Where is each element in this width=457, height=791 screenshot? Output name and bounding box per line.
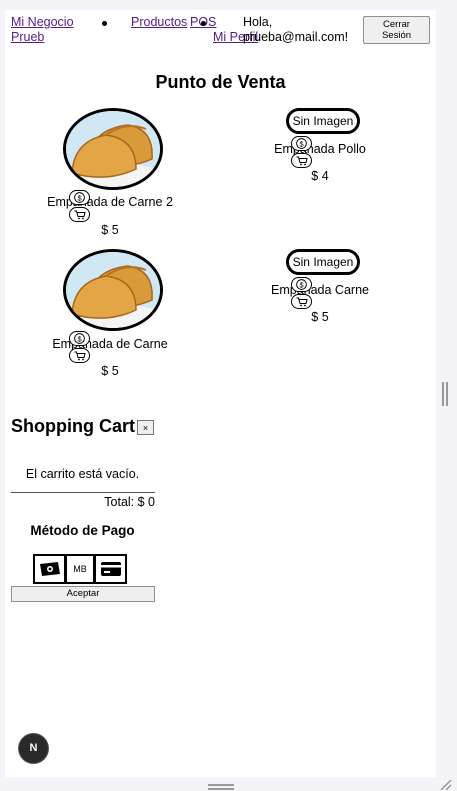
logout-button[interactable]: Cerrar Sesión (363, 16, 430, 44)
product-image (63, 108, 163, 190)
product-name: Empanada de Carne 2 (47, 195, 173, 209)
cart-icon (296, 297, 308, 306)
resize-handle[interactable] (442, 382, 448, 406)
add-to-cart-button[interactable] (291, 153, 312, 168)
product-price: $ 5 (101, 364, 119, 378)
image-placeholder: Sin Imagen (286, 249, 360, 275)
price-button[interactable]: $ (291, 277, 312, 292)
product-name: Empanada Carne (271, 283, 369, 297)
user-email: prueba@mail.com! (243, 30, 349, 44)
product-card: Sin Imagen Empanada Pollo $ $ 4 (215, 108, 425, 188)
add-to-cart-button[interactable] (291, 294, 312, 309)
add-to-cart-button[interactable] (69, 207, 90, 222)
image-placeholder: Sin Imagen (286, 108, 360, 134)
cart-icon (74, 210, 86, 219)
svg-text:$: $ (299, 139, 303, 148)
product-price: $ 5 (311, 310, 329, 324)
pay-card-button[interactable] (94, 554, 127, 584)
svg-text:$: $ (299, 280, 303, 289)
resize-corner-icon[interactable] (438, 780, 452, 790)
bullet-icon (201, 21, 206, 26)
add-to-cart-button[interactable] (69, 348, 90, 363)
product-name: Empanada de Carne (52, 337, 168, 351)
credit-card-icon (100, 562, 121, 576)
brand-link[interactable]: Mi Negocio Prueb (11, 15, 101, 45)
empanada-photo (66, 111, 160, 187)
price-button[interactable]: $ (69, 190, 90, 205)
page: Mi Negocio Prueb Productos POS Mi Perfil… (5, 10, 436, 777)
pay-cash-button[interactable] (33, 554, 66, 584)
price-button[interactable]: $ (69, 331, 90, 346)
resize-handle[interactable] (208, 784, 234, 790)
product-price: $ 4 (311, 169, 329, 183)
dollar-icon: $ (74, 192, 85, 203)
payment-method-title: Método de Pago (30, 523, 135, 538)
cart-empty-message: El carrito está vacío. (25, 467, 140, 481)
dollar-icon: $ (74, 333, 85, 344)
accept-button[interactable]: Aceptar (11, 586, 155, 602)
cart-icon (74, 351, 86, 360)
greeting-text: Hola, (243, 15, 273, 29)
product-price: $ 5 (101, 223, 119, 237)
svg-text:$: $ (77, 334, 81, 343)
product-name: Empanada Pollo (274, 142, 366, 156)
dev-tools-badge[interactable]: N (19, 734, 48, 763)
svg-text:$: $ (77, 193, 81, 202)
product-card: Sin Imagen Empanada Carne $ $ 5 (215, 249, 425, 329)
price-button[interactable]: $ (291, 136, 312, 151)
divider (11, 492, 155, 493)
pay-mb-button[interactable]: MB (65, 554, 95, 584)
cart-total: Total: $ 0 (104, 495, 155, 509)
product-image (63, 249, 163, 331)
payment-options: MB (33, 554, 127, 584)
dollar-icon: $ (296, 279, 307, 290)
product-card: Empanada de Carne $ $ 5 (5, 249, 215, 379)
dollar-icon: $ (296, 138, 307, 149)
product-card: Empanada de Carne 2 $ $ 5 (5, 108, 215, 238)
empanada-photo (66, 252, 160, 328)
bullet-icon (102, 21, 107, 26)
cart-title: Shopping Cart (11, 416, 135, 436)
cart-icon (296, 156, 308, 165)
page-title: Punto de Venta (155, 72, 286, 92)
nav-link-products[interactable]: Productos (131, 15, 187, 30)
cart-close-button[interactable]: × (137, 420, 154, 435)
cash-icon (39, 562, 60, 576)
